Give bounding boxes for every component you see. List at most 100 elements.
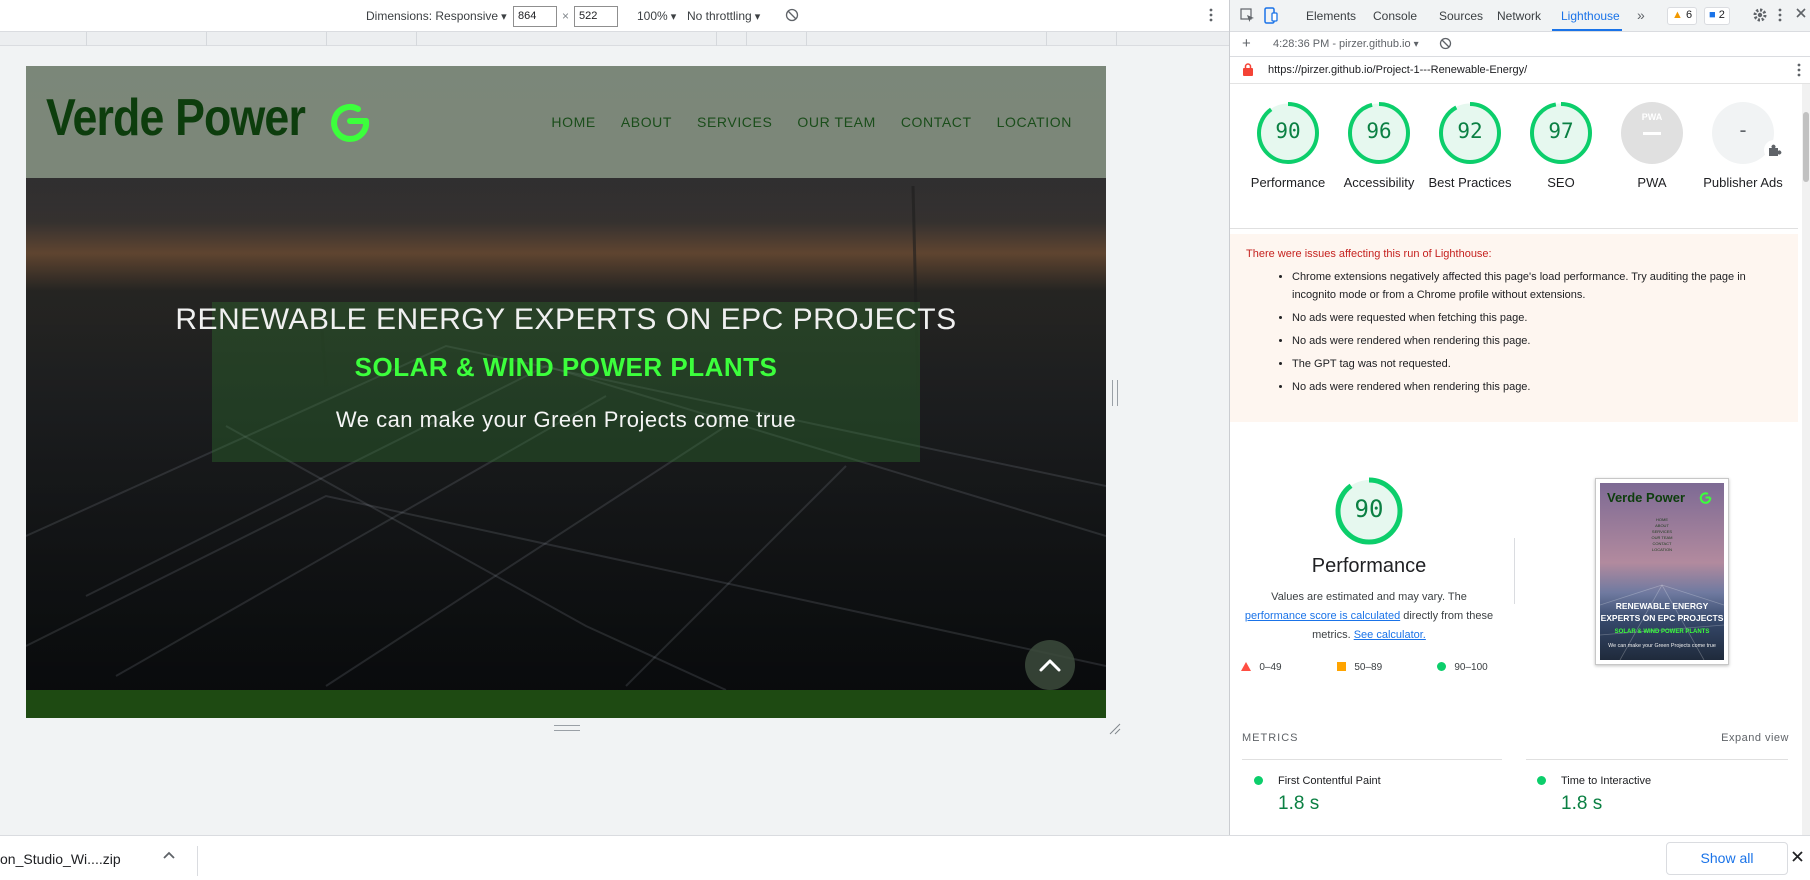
rotate-icon[interactable] — [785, 8, 799, 25]
tab-sources[interactable]: Sources — [1439, 9, 1483, 23]
thumb-menu-item: ABOUT — [1655, 523, 1669, 528]
height-input[interactable]: 522 — [574, 6, 618, 27]
lighthouse-lock-icon — [1242, 63, 1254, 80]
device-toolbar: Dimensions: Responsive 864 × 522 100% No… — [0, 0, 1229, 32]
throttling-dropdown[interactable]: No throttling — [687, 9, 760, 23]
settings-icon[interactable] — [1752, 7, 1768, 26]
tab-elements[interactable]: Elements — [1306, 9, 1356, 23]
devtools-scrollbar-track[interactable] — [1802, 84, 1810, 835]
divider — [1230, 228, 1798, 229]
menu-our-team[interactable]: OUR TEAM — [797, 114, 875, 130]
gauge-pwa[interactable]: PWA PWA — [1607, 100, 1697, 190]
site-menu: HOME ABOUT SERVICES OUR TEAM CONTACT LOC… — [551, 114, 1072, 130]
warning-item: No ads were rendered when rendering this… — [1292, 332, 1782, 350]
tab-lighthouse[interactable]: Lighthouse — [1561, 9, 1620, 23]
label-pwa: PWA — [1637, 175, 1667, 190]
thumb-brand: Verde Power — [1607, 490, 1686, 505]
score-best-practices: 92 — [1457, 119, 1483, 143]
metric-name: First Contentful Paint — [1278, 775, 1381, 787]
devtools-panel: Elements Console Sources Network Lightho… — [1229, 0, 1810, 835]
average-square-icon — [1337, 662, 1346, 671]
download-bar: on_Studio_Wi....zip Show all — [0, 835, 1810, 880]
site-brand[interactable]: Verde Power — [46, 88, 306, 148]
media-query-ruler[interactable] — [0, 32, 1229, 46]
gauge-best-practices[interactable]: 92 Best Practices — [1425, 100, 1515, 190]
gauge-accessibility[interactable]: 96 Accessibility — [1334, 100, 1424, 190]
devtools-scrollbar-thumb[interactable] — [1803, 112, 1809, 182]
report-selector[interactable]: 4:28:36 PM - pirzer.github.io ▾ — [1273, 38, 1419, 50]
device-toggle-icon[interactable] — [1264, 7, 1278, 27]
footer-strip — [26, 690, 1106, 718]
gauge-publisher-ads[interactable]: - Publisher Ads — [1698, 100, 1788, 190]
thumb-menu-item: CONTACT — [1652, 541, 1672, 546]
fail-triangle-icon — [1241, 662, 1251, 671]
site-navbar: Verde Power HOME ABOUT SERVICES OUR TEAM… — [26, 66, 1106, 178]
expand-view-toggle[interactable]: Expand view — [1721, 732, 1789, 744]
tab-network[interactable]: Network — [1497, 9, 1541, 23]
label-performance: Performance — [1250, 175, 1326, 190]
gauge-performance[interactable]: 90 Performance — [1243, 100, 1333, 190]
legend-fail: 0–49 — [1241, 662, 1282, 674]
warnings-list: Chrome extensions negatively affected th… — [1246, 268, 1782, 396]
download-file-name[interactable]: on_Studio_Wi....zip — [0, 851, 121, 867]
menu-about[interactable]: ABOUT — [621, 114, 672, 130]
report-menu-icon[interactable] — [1796, 62, 1802, 81]
gauge-seo[interactable]: 97 SEO — [1516, 100, 1606, 190]
device-more-icon[interactable] — [1208, 7, 1214, 26]
final-screenshot-thumbnail[interactable]: Verde Power HOME ABOUT SERVICES OUR TEAM… — [1595, 478, 1729, 665]
thumb-tagline: We can make your Green Projects come tru… — [1608, 643, 1716, 649]
times-sign: × — [562, 9, 570, 23]
zoom-dropdown[interactable]: 100% — [637, 9, 676, 23]
score-legend: 0–49 50–89 90–100 — [1241, 662, 1511, 676]
width-input[interactable]: 864 — [513, 6, 557, 27]
messages-badge[interactable]: ■ 2 — [1704, 7, 1730, 25]
score-accessibility: 96 — [1366, 119, 1392, 143]
legend-pass: 90–100 — [1437, 662, 1488, 674]
score-performance: 90 — [1275, 119, 1301, 143]
warnings-title: There were issues affecting this run of … — [1246, 248, 1492, 260]
pwa-badge-icon — [1621, 102, 1683, 164]
legend-pass-range: 90–100 — [1454, 662, 1488, 673]
see-calculator-link[interactable]: See calculator. — [1354, 629, 1426, 641]
performance-title: Performance — [1311, 555, 1427, 577]
download-chevron-up-icon[interactable] — [162, 848, 176, 867]
plugin-puzzle-icon — [1764, 140, 1784, 165]
dimensions-dropdown[interactable]: Dimensions: Responsive — [366, 9, 507, 23]
legend-average-range: 50–89 — [1354, 662, 1383, 673]
customize-menu-icon[interactable] — [1777, 7, 1783, 26]
score-calculated-link[interactable]: performance score is calculated — [1245, 610, 1400, 622]
vertical-divider — [1514, 538, 1515, 604]
close-download-bar-icon[interactable] — [1791, 850, 1804, 868]
metrics-heading: METRICS — [1242, 732, 1299, 744]
legend-average: 50–89 — [1337, 662, 1382, 674]
show-all-button[interactable]: Show all — [1666, 842, 1788, 875]
performance-desc-text: Values are estimated and may vary. The — [1271, 591, 1467, 603]
label-publisher-ads: Publisher Ads — [1703, 175, 1783, 190]
viewport-width-handle[interactable] — [1112, 380, 1118, 406]
menu-location[interactable]: LOCATION — [997, 114, 1072, 130]
viewport-height-handle[interactable] — [554, 725, 580, 731]
menu-home[interactable]: HOME — [551, 114, 595, 130]
menu-contact[interactable]: CONTACT — [901, 114, 972, 130]
tab-console[interactable]: Console — [1373, 9, 1417, 23]
label-accessibility: Accessibility — [1343, 175, 1415, 190]
new-report-icon[interactable]: + — [1242, 35, 1251, 52]
message-icon: ■ — [1709, 9, 1716, 21]
report-url-bar: https://pirzer.github.io/Project-1---Ren… — [1230, 57, 1810, 84]
pass-dot-icon — [1254, 776, 1263, 785]
warnings-count: 6 — [1685, 9, 1693, 21]
close-devtools-icon[interactable] — [1795, 7, 1807, 22]
device-mode-area: Dimensions: Responsive 864 × 522 100% No… — [0, 0, 1229, 835]
metric-name: Time to Interactive — [1561, 775, 1652, 787]
more-tabs-button[interactable]: » — [1637, 7, 1645, 23]
inspect-element-icon[interactable] — [1240, 8, 1255, 26]
clear-reports-icon[interactable] — [1439, 37, 1452, 53]
warnings-badge[interactable]: ▲ 6 — [1667, 7, 1698, 25]
report-url[interactable]: https://pirzer.github.io/Project-1---Ren… — [1268, 64, 1527, 76]
menu-services[interactable]: SERVICES — [697, 114, 772, 130]
viewport-corner-handle[interactable] — [1108, 722, 1122, 736]
label-best-practices: Best Practices — [1428, 175, 1512, 190]
warning-item: No ads were rendered when rendering this… — [1292, 378, 1782, 396]
score-seo: 97 — [1548, 119, 1574, 143]
scroll-to-top-button[interactable] — [1025, 640, 1075, 690]
